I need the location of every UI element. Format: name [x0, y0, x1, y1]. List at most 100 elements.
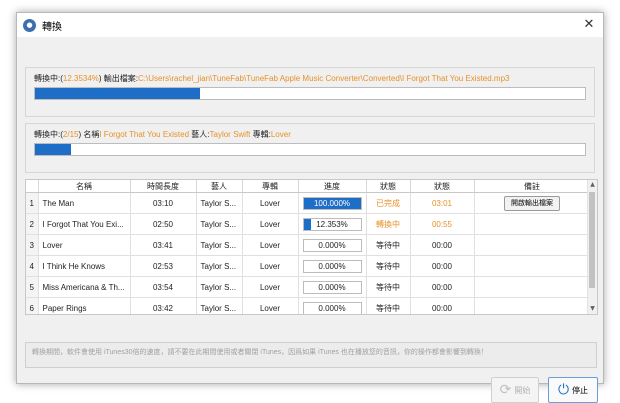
album-label: 專輯:	[250, 130, 271, 139]
row-progress-text: 0.000%	[318, 303, 346, 313]
name-label: ) 名稱	[78, 130, 100, 139]
time-cell: 00:00	[410, 276, 475, 298]
duration-cell: 03:42	[130, 297, 197, 314]
track-name-cell: Paper Rings	[38, 297, 131, 314]
row-progress-bar: 0.000%	[302, 238, 362, 252]
col-duration[interactable]: 時間長度	[130, 180, 197, 193]
progress-cell: 0.000%	[298, 297, 367, 314]
progress-cell: 12.353%	[298, 213, 367, 235]
row-index: 4	[26, 255, 39, 277]
album-cell: Lover	[242, 276, 299, 298]
row-progress-text: 0.000%	[318, 282, 346, 292]
start-button-label: 開始	[514, 385, 531, 395]
col-index	[26, 180, 39, 193]
progress-cell: 0.000%	[298, 276, 367, 298]
table-header-row: 名稱 時間長度 藝人 專輯 進度 狀態 狀態 備註	[26, 180, 591, 193]
progress-cell: 100.000%	[298, 192, 367, 214]
duration-cell: 03:41	[130, 234, 197, 256]
overall-status-line: 轉換中:(2/15) 名稱I Forgot That You Existed 藝…	[34, 129, 291, 140]
track-name-cell: I Forgot That You Exi...	[38, 213, 131, 235]
overall-progress-bar	[34, 143, 586, 156]
time-cell: 00:55	[410, 213, 475, 235]
output-label: ) 輸出檔案:	[98, 74, 139, 83]
duration-cell: 03:10	[130, 192, 197, 214]
output-percent: 12.3534%	[62, 74, 99, 83]
track-name: I Forgot That You Existed	[99, 130, 190, 139]
table-row[interactable]: 4I Think He Knows 02:53 Taylor S... Lover 0.…	[26, 255, 591, 277]
overall-progress-fill	[35, 144, 72, 155]
row-index: 2	[26, 213, 39, 235]
artist-cell: Taylor S...	[196, 255, 243, 277]
row-progress-bar: 100.000%	[302, 196, 362, 210]
track-name-cell: The Man	[38, 192, 131, 214]
row-progress-bar: 0.000%	[302, 301, 362, 314]
time-cell: 03:01	[410, 192, 475, 214]
scroll-thumb[interactable]	[589, 192, 595, 288]
col-name[interactable]: 名稱	[38, 180, 131, 193]
track-name-cell: I Think He Knows	[38, 255, 131, 277]
artist-cell: Taylor S...	[196, 297, 243, 314]
note-cell: 開啟輸出檔案	[474, 192, 591, 214]
note-cell	[474, 234, 591, 256]
progress-cell: 0.000%	[298, 255, 367, 277]
table-scrollbar[interactable]: ▲ ▼	[587, 180, 597, 314]
output-progress-panel: 轉換中:(12.3534%) 輸出檔案:C:\Users\rachel_jian…	[25, 67, 595, 117]
window-client: 轉換中:(12.3534%) 輸出檔案:C:\Users\rachel_jian…	[17, 37, 603, 403]
open-output-file-button[interactable]: 開啟輸出檔案	[504, 195, 560, 211]
track-name-cell: Miss Americana & Th...	[38, 276, 131, 298]
power-icon: ⏻	[557, 382, 570, 398]
col-progress[interactable]: 進度	[298, 180, 367, 193]
album-cell: Lover	[242, 213, 299, 235]
album-cell: Lover	[242, 192, 299, 214]
track-album: Lover	[270, 130, 291, 139]
row-progress-text: 0.000%	[318, 261, 346, 271]
col-artist[interactable]: 藝人	[196, 180, 243, 193]
row-index: 1	[26, 192, 39, 214]
row-index: 6	[26, 297, 39, 314]
table-row[interactable]: 3 Lover 03:41 Taylor S... Lover 0.000% 等待中 00:0…	[26, 234, 591, 256]
app-icon: ●	[23, 18, 36, 32]
time-cell: 00:00	[410, 255, 475, 277]
row-index: 5	[26, 276, 39, 298]
album-cell: Lover	[242, 297, 299, 314]
status-cell: 等待中	[366, 276, 411, 298]
duration-cell: 03:54	[130, 276, 197, 298]
status-cell: 等待中	[366, 255, 411, 277]
note-cell	[474, 213, 591, 235]
table-row[interactable]: 5 Miss Americana & Th... 03:54 Taylor S... L…	[26, 276, 591, 298]
col-note[interactable]: 備註	[474, 180, 591, 193]
stop-button[interactable]: ⏻ 停止	[548, 377, 598, 403]
duration-cell: 02:53	[130, 255, 197, 277]
title-bar: ● 轉換 ✕	[17, 13, 603, 37]
scroll-up-icon[interactable]: ▲	[588, 180, 597, 190]
overall-prefix: 轉換中:(	[34, 130, 63, 139]
start-button[interactable]: ⟳ 開始	[491, 377, 539, 403]
scroll-down-icon[interactable]: ▼	[588, 304, 597, 314]
artist-cell: Taylor S...	[196, 213, 243, 235]
status-cell: 等待中	[366, 297, 411, 314]
album-cell: Lover	[242, 234, 299, 256]
col-album[interactable]: 專輯	[242, 180, 299, 193]
artist-cell: Taylor S...	[196, 276, 243, 298]
note-cell	[474, 255, 591, 277]
col-status[interactable]: 狀態	[366, 180, 411, 193]
overall-progress-panel: 轉換中:(2/15) 名稱I Forgot That You Existed 藝…	[25, 123, 595, 173]
overall-count: 2/15	[62, 130, 79, 139]
duration-cell: 02:50	[130, 213, 197, 235]
track-table: 名稱 時間長度 藝人 專輯 進度 狀態 狀態 備註 1 The Man 03:10 T…	[25, 179, 598, 315]
artist-label: 藝人:	[189, 130, 210, 139]
row-progress-bar: 0.000%	[302, 280, 362, 294]
track-artist: Taylor Swift	[209, 130, 251, 139]
artist-cell: Taylor S...	[196, 234, 243, 256]
row-progress-text: 0.000%	[318, 240, 346, 250]
table-row[interactable]: 6 Paper Rings 03:42 Taylor S... Lover 0.000% 等…	[26, 297, 591, 314]
row-index: 3	[26, 234, 39, 256]
table-row[interactable]: 1 The Man 03:10 Taylor S... Lover 100.000% 已完成…	[26, 192, 591, 214]
conversion-note: 轉換期間，軟件會使用 iTunes30倍的速度，請不要在此期間使用或者關閉 iT…	[25, 342, 597, 368]
table-row[interactable]: 2I Forgot That You Exi... 02:50 Taylor S..…	[26, 213, 591, 235]
album-cell: Lover	[242, 255, 299, 277]
col-time[interactable]: 狀態	[410, 180, 475, 193]
close-icon[interactable]: ✕	[579, 15, 599, 35]
window-title: 轉換	[42, 21, 62, 33]
note-cell	[474, 297, 591, 314]
